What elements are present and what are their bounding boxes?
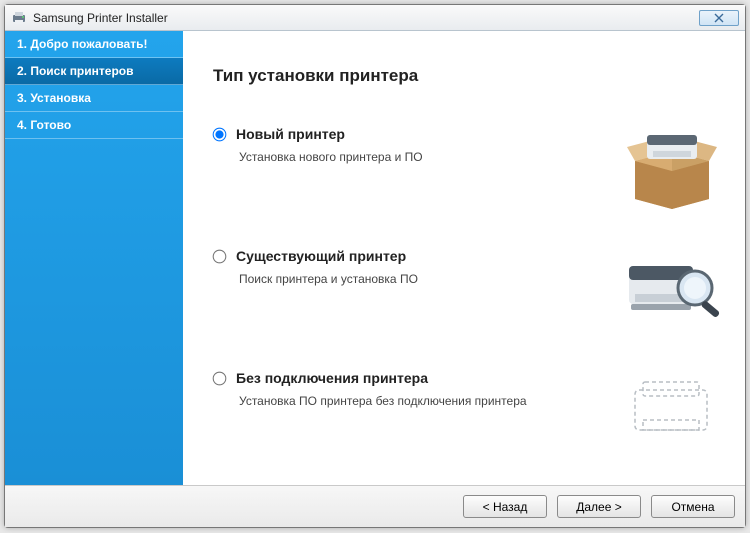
- titlebar[interactable]: Samsung Printer Installer: [5, 5, 745, 31]
- wizard-sidebar: 1. Добро пожаловать! 2. Поиск принтеров …: [5, 31, 183, 485]
- step-search-printers: 2. Поиск принтеров: [5, 58, 183, 85]
- radio-no-connection[interactable]: [213, 371, 227, 385]
- content-panel: Тип установки принтера Новый принтер Уст…: [183, 31, 745, 485]
- step-label: 1. Добро пожаловать!: [17, 37, 147, 51]
- cancel-button[interactable]: Отмена: [651, 495, 735, 518]
- step-install: 3. Установка: [5, 85, 183, 112]
- radio-new-printer[interactable]: [213, 127, 227, 141]
- back-button[interactable]: < Назад: [463, 495, 547, 518]
- option-label: Без подключения принтера: [236, 370, 428, 386]
- option-no-connection[interactable]: Без подключения принтера Установка ПО пр…: [213, 370, 727, 450]
- option-label: Существующий принтер: [236, 248, 406, 264]
- next-button[interactable]: Далее >: [557, 495, 641, 518]
- option-label: Новый принтер: [236, 126, 345, 142]
- printer-ghost-icon: [617, 370, 727, 450]
- step-welcome: 1. Добро пожаловать!: [5, 31, 183, 58]
- printer-search-icon: [617, 248, 727, 328]
- step-label: 4. Готово: [17, 118, 71, 132]
- option-desc: Установка ПО принтера без подключения пр…: [213, 394, 609, 408]
- step-done: 4. Готово: [5, 112, 183, 139]
- printer-in-box-icon: [617, 126, 727, 206]
- app-icon: [11, 10, 27, 26]
- step-label: 2. Поиск принтеров: [17, 64, 133, 78]
- window-title: Samsung Printer Installer: [33, 11, 168, 25]
- radio-existing-printer[interactable]: [213, 249, 227, 263]
- wizard-footer: < Назад Далее > Отмена: [5, 485, 745, 527]
- option-existing-printer[interactable]: Существующий принтер Поиск принтера и ус…: [213, 248, 727, 328]
- window-close-button[interactable]: [699, 10, 739, 26]
- option-heading[interactable]: Без подключения принтера: [213, 370, 609, 386]
- option-new-printer[interactable]: Новый принтер Установка нового принтера …: [213, 126, 727, 206]
- page-title: Тип установки принтера: [213, 66, 727, 86]
- option-desc: Поиск принтера и установка ПО: [213, 272, 609, 286]
- client-area: 1. Добро пожаловать! 2. Поиск принтеров …: [5, 31, 745, 485]
- option-heading[interactable]: Новый принтер: [213, 126, 609, 142]
- step-label: 3. Установка: [17, 91, 91, 105]
- option-desc: Установка нового принтера и ПО: [213, 150, 609, 164]
- option-heading[interactable]: Существующий принтер: [213, 248, 609, 264]
- installer-window: Samsung Printer Installer 1. Добро пожал…: [4, 4, 746, 528]
